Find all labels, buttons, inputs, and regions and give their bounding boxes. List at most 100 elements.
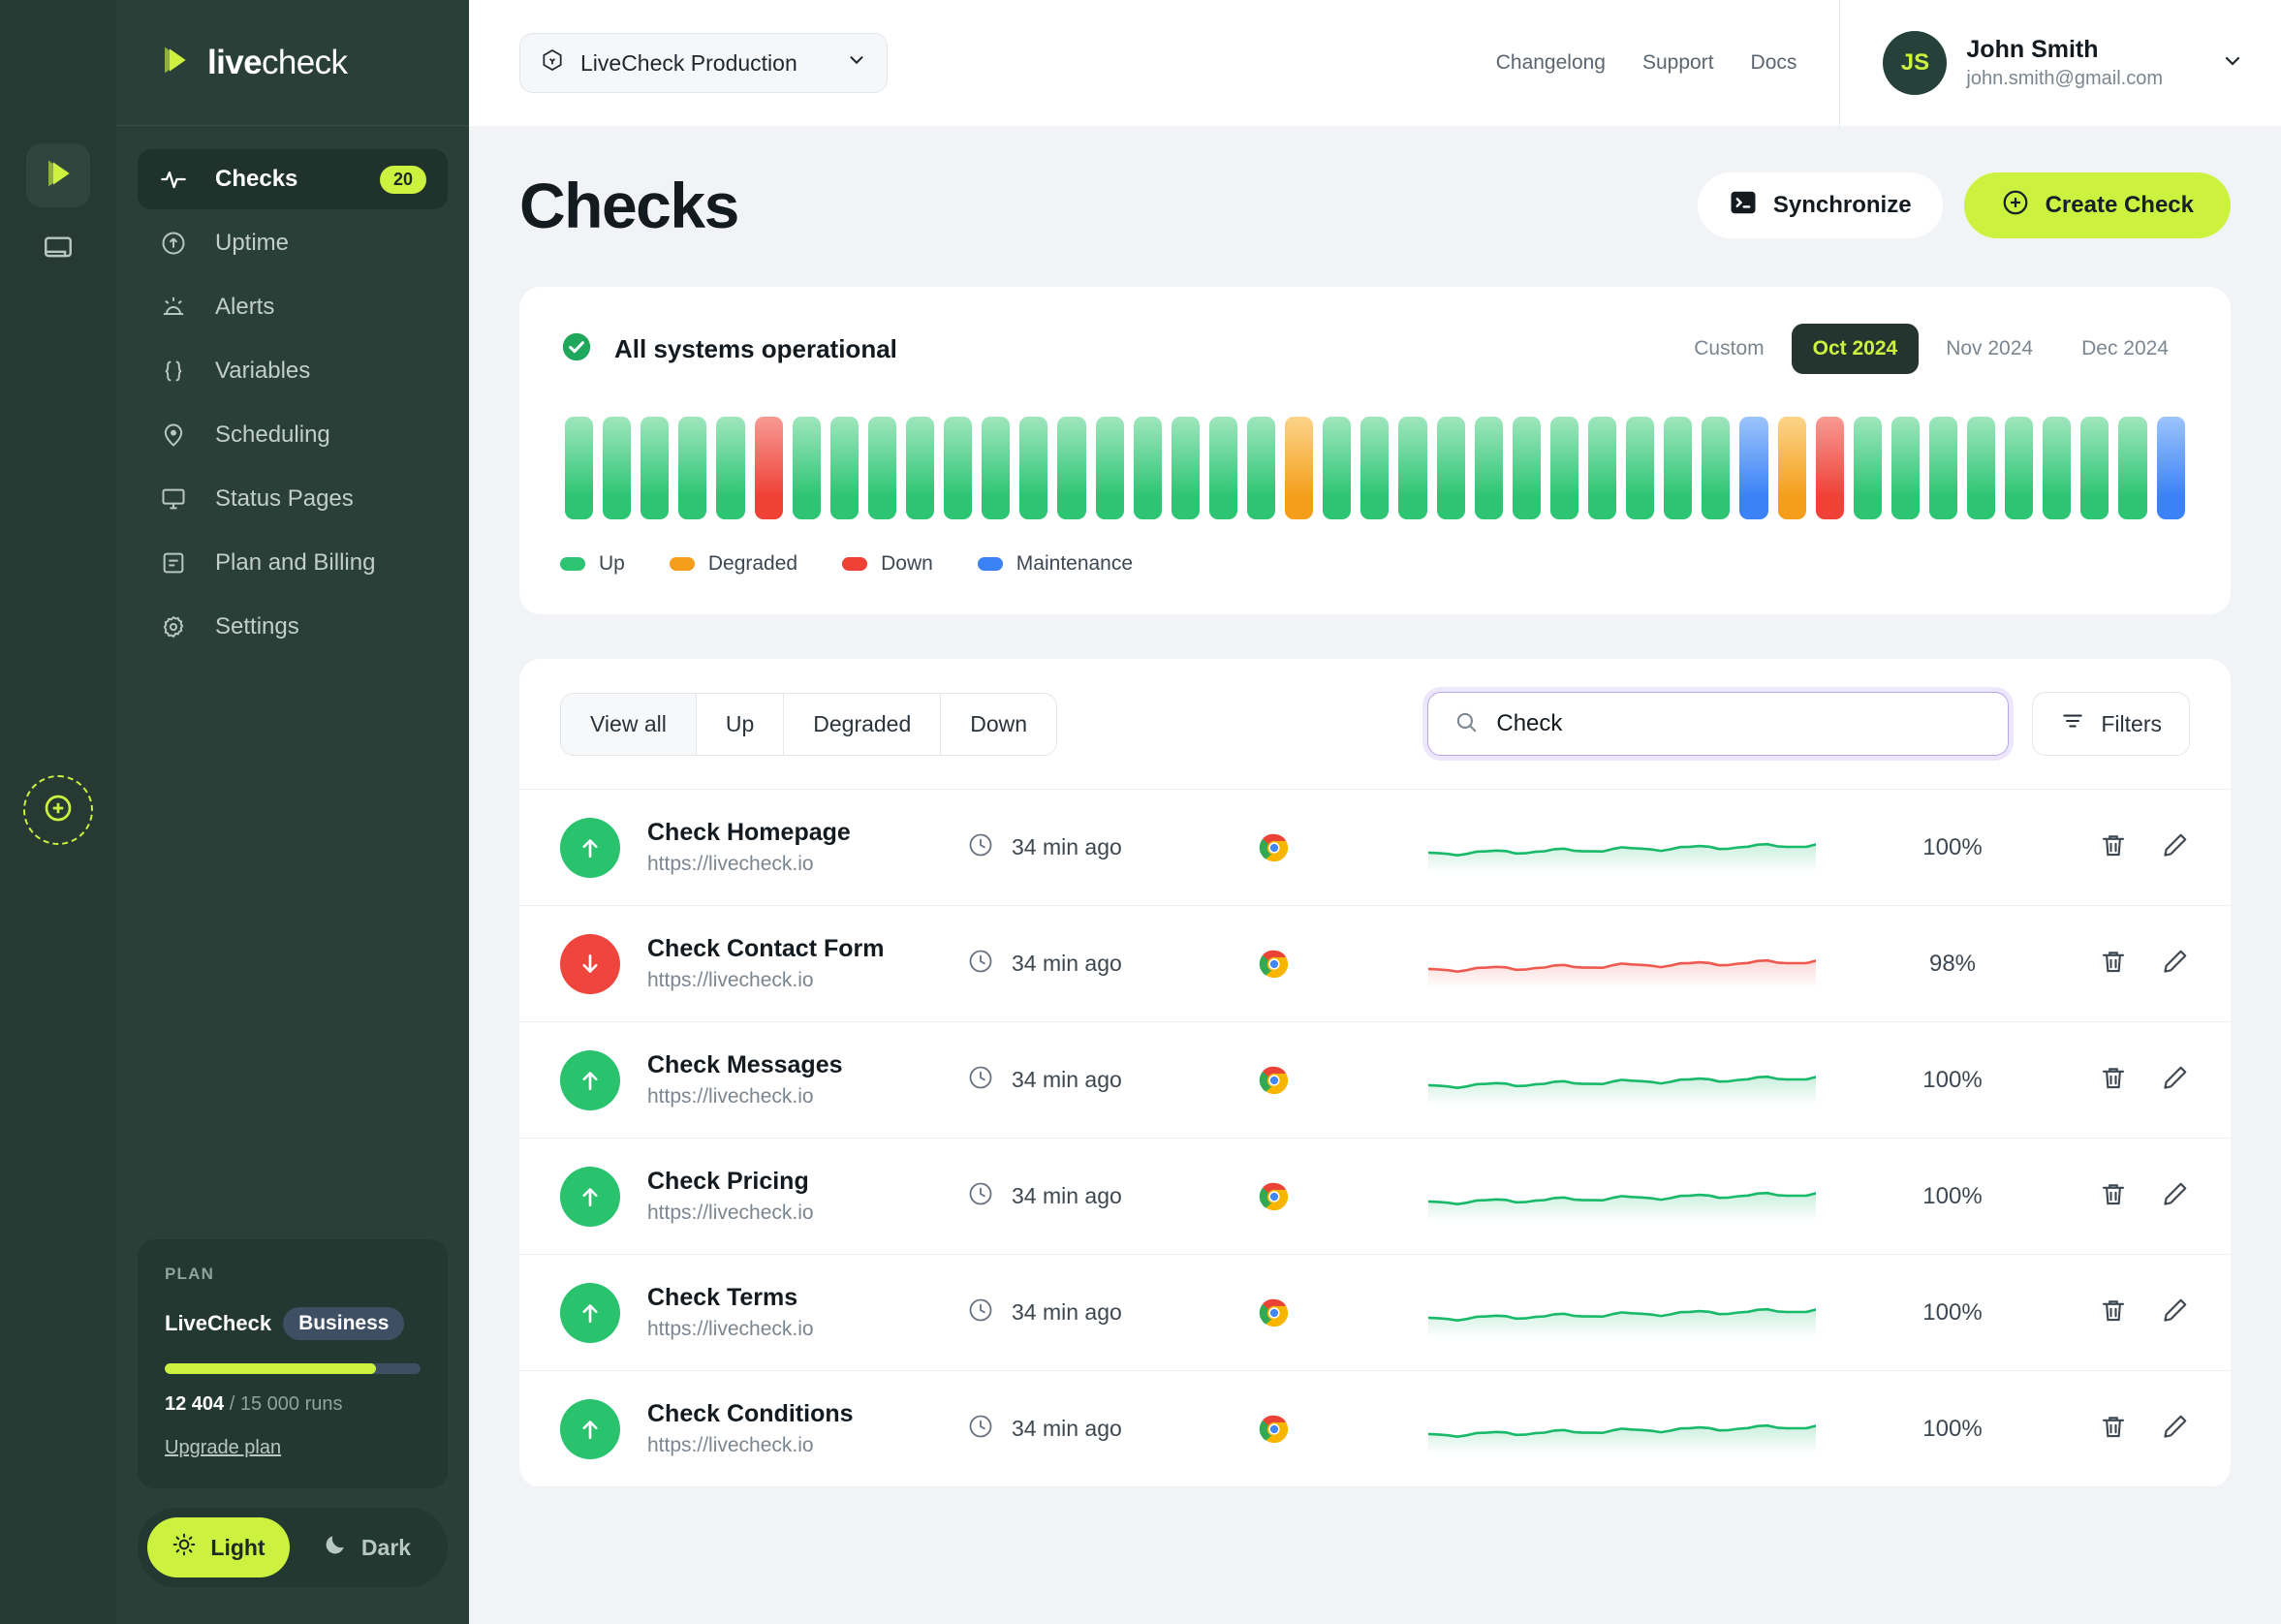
theme-option-dark[interactable]: Dark: [296, 1517, 438, 1577]
pencil-icon[interactable]: [2161, 1296, 2190, 1329]
app-root: livecheck Checks 20 Uptime Alerts Variab…: [0, 0, 2281, 1624]
status-bar[interactable]: [1208, 417, 1237, 519]
sidebar-item-uptime[interactable]: Uptime: [138, 213, 448, 273]
table-row[interactable]: Check Terms https://livecheck.io 34 min ag…: [519, 1255, 2231, 1371]
status-bar[interactable]: [944, 417, 973, 519]
sidebar-item-variables[interactable]: Variables: [138, 341, 448, 401]
status-bar[interactable]: [867, 417, 896, 519]
create-check-button[interactable]: Create Check: [1963, 172, 2231, 238]
trash-icon[interactable]: [2099, 1063, 2128, 1097]
table-row[interactable]: Check Homepage https://livecheck.io 34 min…: [519, 790, 2231, 906]
trash-icon[interactable]: [2099, 1179, 2128, 1213]
uptime-percent: 100%: [1922, 1415, 1983, 1442]
period-nov-2024[interactable]: Nov 2024: [1924, 324, 2054, 374]
sidebar-item-checks[interactable]: Checks 20: [138, 149, 448, 209]
rail-docs-button[interactable]: [26, 219, 90, 283]
trash-icon[interactable]: [2099, 1296, 2128, 1329]
status-bar[interactable]: [678, 417, 707, 519]
status-bar[interactable]: [1436, 417, 1465, 519]
trash-icon[interactable]: [2099, 830, 2128, 864]
status-bar[interactable]: [1474, 417, 1503, 519]
status-bar[interactable]: [1095, 417, 1124, 519]
status-bar[interactable]: [1285, 417, 1314, 519]
pencil-icon[interactable]: [2161, 1412, 2190, 1446]
sidebar-item-status-pages[interactable]: Status Pages: [138, 469, 448, 529]
sidebar-item-alerts[interactable]: Alerts: [138, 277, 448, 337]
tab-up[interactable]: Up: [696, 693, 785, 755]
status-bar[interactable]: [2080, 417, 2109, 519]
status-bar[interactable]: [2118, 417, 2147, 519]
status-bar[interactable]: [1739, 417, 1768, 519]
period-custom[interactable]: Custom: [1672, 324, 1785, 374]
book-icon: [42, 233, 75, 270]
status-bar[interactable]: [982, 417, 1011, 519]
status-bar[interactable]: [1928, 417, 1958, 519]
status-bar[interactable]: [1702, 417, 1731, 519]
status-bar[interactable]: [1171, 417, 1200, 519]
status-bar[interactable]: [1890, 417, 1920, 519]
status-bar[interactable]: [1398, 417, 1427, 519]
table-row[interactable]: Check Contact Form https://livecheck.io 34…: [519, 906, 2231, 1022]
status-bar[interactable]: [716, 417, 745, 519]
search-box[interactable]: [1427, 692, 2010, 756]
avatar: JS: [1883, 31, 1948, 95]
status-bar[interactable]: [1626, 417, 1655, 519]
status-bar[interactable]: [1323, 417, 1352, 519]
tab-down[interactable]: Down: [941, 693, 1057, 755]
table-row[interactable]: Check Conditions https://livecheck.io 34 m…: [519, 1371, 2231, 1487]
table-row[interactable]: Check Pricing https://livecheck.io 34 min …: [519, 1139, 2231, 1255]
status-bar[interactable]: [1246, 417, 1276, 519]
sidebar-item-scheduling[interactable]: Scheduling: [138, 405, 448, 465]
status-bar[interactable]: [1853, 417, 1882, 519]
chrome-icon: [1258, 1064, 1364, 1097]
filters-button[interactable]: Filters: [2032, 692, 2190, 756]
link-docs[interactable]: Docs: [1751, 51, 1797, 75]
status-bar[interactable]: [2005, 417, 2034, 519]
period-oct-2024[interactable]: Oct 2024: [1791, 324, 1920, 374]
status-bar[interactable]: [1777, 417, 1806, 519]
status-bar[interactable]: [1133, 417, 1162, 519]
status-bar[interactable]: [1815, 417, 1844, 519]
search-input[interactable]: [1496, 710, 1984, 737]
status-bar[interactable]: [829, 417, 859, 519]
rail-logo-button[interactable]: [26, 143, 90, 207]
status-bar[interactable]: [1360, 417, 1390, 519]
theme-option-light[interactable]: Light: [147, 1517, 290, 1577]
status-bar[interactable]: [1664, 417, 1693, 519]
project-selector[interactable]: LiveCheck Production: [519, 33, 888, 93]
status-bar[interactable]: [1587, 417, 1617, 519]
pencil-icon[interactable]: [2161, 830, 2190, 864]
pencil-icon[interactable]: [2161, 1063, 2190, 1097]
sidebar-item-plan-and-billing[interactable]: Plan and Billing: [138, 533, 448, 593]
synchronize-button[interactable]: Synchronize: [1697, 172, 1943, 238]
add-project-button[interactable]: [23, 775, 93, 845]
status-bar[interactable]: [1549, 417, 1578, 519]
table-row[interactable]: Check Messages https://livecheck.io 34 min…: [519, 1022, 2231, 1139]
status-bar[interactable]: [905, 417, 935, 519]
tab-view-all[interactable]: View all: [561, 693, 697, 755]
livecheck-logo-mark-icon: [39, 154, 78, 198]
status-bar[interactable]: [792, 417, 821, 519]
status-bar[interactable]: [754, 417, 783, 519]
status-bar[interactable]: [1512, 417, 1541, 519]
status-bar[interactable]: [2043, 417, 2072, 519]
status-bar[interactable]: [1019, 417, 1048, 519]
pencil-icon[interactable]: [2161, 1179, 2190, 1213]
status-bar[interactable]: [2156, 417, 2185, 519]
status-bar[interactable]: [565, 417, 594, 519]
trash-icon[interactable]: [2099, 1412, 2128, 1446]
checks-list-toolbar: View all Up Degraded Down Filters: [519, 659, 2231, 789]
link-changelog[interactable]: Changelong: [1496, 51, 1606, 75]
user-menu[interactable]: JS John Smith john.smith@gmail.com: [1839, 0, 2281, 126]
link-support[interactable]: Support: [1642, 51, 1714, 75]
status-bar[interactable]: [1057, 417, 1086, 519]
upgrade-plan-link[interactable]: Upgrade plan: [165, 1437, 281, 1459]
status-bar[interactable]: [1967, 417, 1996, 519]
pencil-icon[interactable]: [2161, 947, 2190, 981]
trash-icon[interactable]: [2099, 947, 2128, 981]
status-bar[interactable]: [603, 417, 632, 519]
status-bar[interactable]: [641, 417, 670, 519]
sidebar-item-settings[interactable]: Settings: [138, 597, 448, 657]
tab-degraded[interactable]: Degraded: [784, 693, 942, 755]
period-dec-2024[interactable]: Dec 2024: [2060, 324, 2190, 374]
